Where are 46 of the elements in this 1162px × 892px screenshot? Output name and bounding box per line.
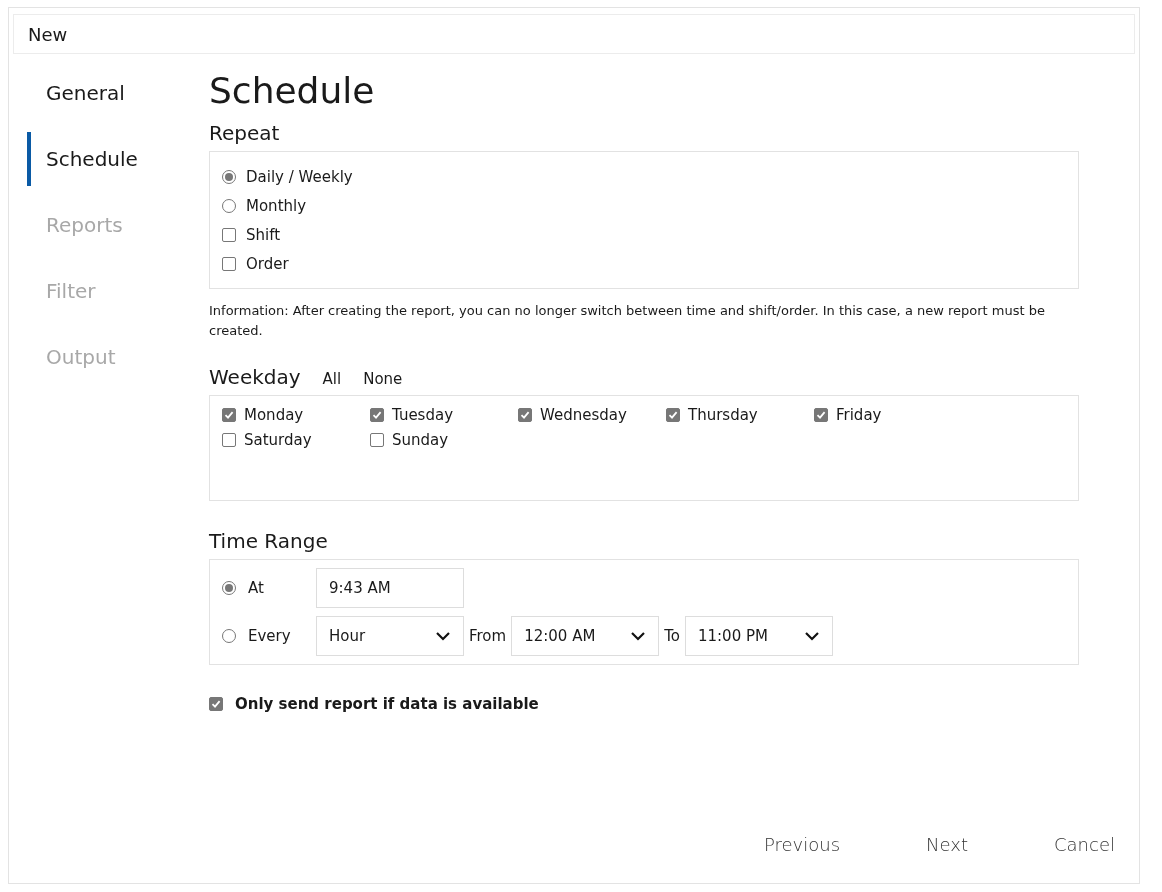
- checkbox[interactable]: [518, 408, 532, 422]
- chevron-down-icon: [630, 631, 647, 641]
- select-link[interactable]: All: [322, 370, 342, 388]
- option-label: Only send report if data is available: [235, 695, 539, 713]
- footer-button[interactable]: Previous: [744, 826, 861, 863]
- option-label: At: [248, 579, 264, 597]
- checkbox[interactable]: [370, 433, 384, 447]
- select-link[interactable]: None: [363, 370, 403, 388]
- page-title: Schedule: [209, 70, 376, 111]
- day-label: Saturday: [244, 431, 312, 449]
- checkbox[interactable]: [666, 408, 680, 422]
- checkbox[interactable]: [222, 256, 236, 271]
- checkbox[interactable]: [209, 697, 223, 711]
- from-label: From: [469, 627, 507, 645]
- option-label: Order: [246, 254, 289, 273]
- footer-button[interactable]: Cancel: [1034, 826, 1135, 863]
- option-label: Shift: [246, 225, 281, 244]
- day-label: Sunday: [392, 431, 449, 449]
- checkbox[interactable]: [222, 227, 236, 242]
- checkbox[interactable]: [814, 408, 828, 422]
- checkbox[interactable]: [370, 408, 384, 422]
- day-label: Tuesday: [392, 406, 454, 424]
- unit-dropdown[interactable]: Hour: [316, 616, 464, 656]
- option-label: Every: [248, 627, 291, 645]
- to-label: To: [664, 627, 680, 645]
- from-dropdown[interactable]: 12:00 AM: [511, 616, 660, 656]
- day-label: Thursday: [688, 406, 758, 424]
- section-heading: Weekday: [209, 365, 301, 389]
- sidebar-item[interactable]: General: [27, 66, 209, 120]
- time-field[interactable]: 9:43 AM: [316, 568, 464, 608]
- window-title: New: [13, 14, 1135, 54]
- chevron-down-icon: [435, 631, 451, 641]
- day-label: Wednesday: [540, 406, 627, 424]
- checkbox[interactable]: [222, 408, 236, 422]
- to-dropdown[interactable]: 11:00 PM: [684, 616, 833, 656]
- sidebar-item[interactable]: Schedule: [27, 132, 209, 186]
- option-label: Daily / Weekly: [246, 167, 353, 186]
- section-heading: Time Range: [209, 529, 328, 553]
- day-label: Monday: [244, 406, 304, 424]
- day-label: Friday: [836, 406, 882, 424]
- chevron-down-icon: [803, 631, 820, 641]
- option-label: Monthly: [246, 196, 307, 215]
- checkbox[interactable]: [222, 433, 236, 447]
- section-heading: Repeat: [209, 121, 280, 145]
- information-text: Information: After creating the report, you can no longer switch between time and shift/order. In this case, a new report must be created.: [209, 302, 1046, 340]
- footer-button[interactable]: Next: [906, 826, 988, 863]
